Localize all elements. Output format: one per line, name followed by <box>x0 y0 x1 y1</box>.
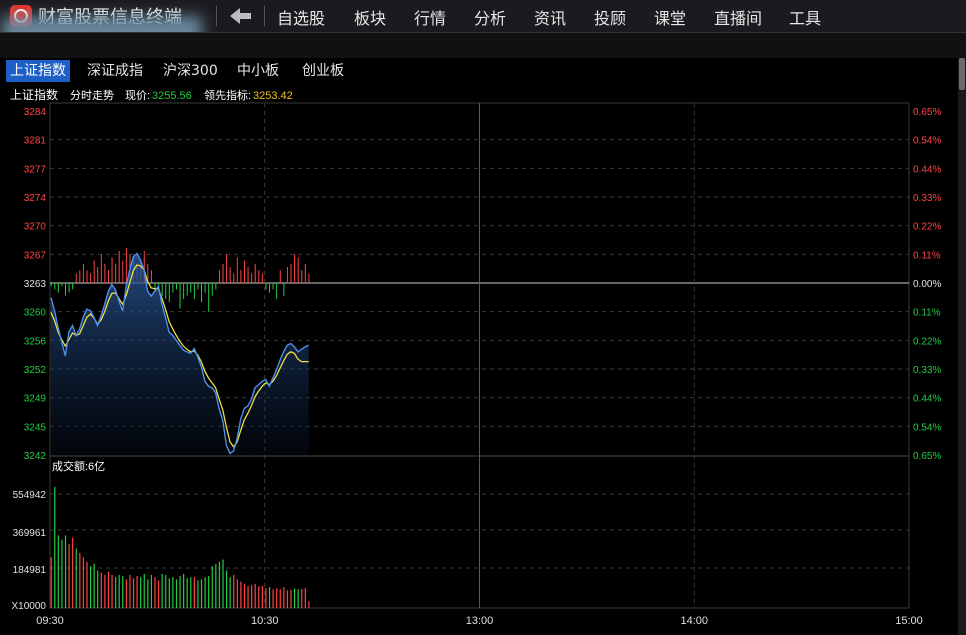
scrollbar-thumb[interactable] <box>959 58 965 90</box>
top-menu-bar: 财富股票信息终端 自选股 板块 行情 分析 资讯 投顾 课堂 直播间 工具 <box>0 0 966 66</box>
current-price: 3255.56 <box>152 90 192 102</box>
volume-tick-label: 184981 <box>13 565 47 576</box>
intraday-chart: 上证指数 分时走势 现价: 3255.56 领先指标: 3253.42 成交额:… <box>10 87 941 627</box>
tab-sme-board[interactable]: 中小板 <box>233 60 283 82</box>
tab-csi300[interactable]: 沪深300 <box>159 60 222 82</box>
y-right-tick-label: 0.65% <box>913 451 941 462</box>
nav-item-live[interactable]: 直播间 <box>714 5 762 29</box>
tab-shanghai-composite[interactable]: 上证指数 <box>6 60 70 82</box>
y-left-tick-label: 3256 <box>24 336 47 347</box>
lead-indicator-bars <box>50 247 310 312</box>
y-right-tick-label: 0.00% <box>913 279 941 290</box>
tab-shenzhen-component[interactable]: 深证成指 <box>83 60 147 82</box>
y-right-tick-label: 0.44% <box>913 394 941 405</box>
volume-bars <box>50 486 310 608</box>
volume-label: 成交额:6亿 <box>52 459 105 473</box>
y-left-tick-label: 3270 <box>24 222 47 233</box>
y-right-tick-label: 0.54% <box>913 422 941 433</box>
nav-item-sectors[interactable]: 板块 <box>354 5 386 29</box>
y-right-tick-label: 0.11% <box>913 250 941 261</box>
y-left-tick-label: 3252 <box>24 365 47 376</box>
x-tick-label: 10:30 <box>251 615 279 627</box>
y-right-tick-label: 0.22% <box>913 336 941 347</box>
chart-mode-label: 分时走势 <box>70 89 114 102</box>
volume-tick-label: X10000 <box>12 601 47 612</box>
y-right-tick-label: 0.54% <box>913 136 941 147</box>
index-tab-bar: 上证指数 深证成指 沪深300 中小板 创业板 <box>0 58 966 84</box>
y-left-tick-label: 3277 <box>24 164 47 175</box>
sub-toolbar <box>0 32 966 59</box>
x-tick-label: 09:30 <box>36 615 64 627</box>
y-right-tick-label: 0.65% <box>913 107 941 118</box>
y-left-tick-label: 3274 <box>24 193 47 204</box>
nav-item-analysis[interactable]: 分析 <box>474 5 506 29</box>
x-tick-label: 14:00 <box>680 615 708 627</box>
index-name: 上证指数 <box>10 87 58 102</box>
nav-item-classroom[interactable]: 课堂 <box>654 5 686 29</box>
y-right-tick-label: 0.11% <box>913 308 941 319</box>
lead-indicator-value: 3253.42 <box>253 90 293 102</box>
y-left-tick-label: 3284 <box>24 107 47 118</box>
lead-indicator-label: 领先指标: <box>204 88 251 102</box>
y-left-tick-label: 3249 <box>24 394 47 405</box>
y-left-tick-label: 3267 <box>24 250 47 261</box>
divider <box>216 6 217 26</box>
vertical-scrollbar[interactable] <box>958 58 966 635</box>
x-tick-label: 13:00 <box>466 615 494 627</box>
back-arrow-icon[interactable] <box>230 7 252 25</box>
y-left-tick-label: 3263 <box>24 279 47 290</box>
y-left-tick-label: 3245 <box>24 422 47 433</box>
price-label: 现价: <box>125 89 150 102</box>
nav-item-quotes[interactable]: 行情 <box>414 5 446 29</box>
x-tick-label: 15:00 <box>895 615 923 627</box>
nav-item-tools[interactable]: 工具 <box>789 5 821 29</box>
nav-item-watchlist[interactable]: 自选股 <box>277 5 325 29</box>
y-left-tick-label: 3281 <box>24 136 47 147</box>
y-right-tick-label: 0.33% <box>913 365 941 376</box>
nav-item-advisory[interactable]: 投顾 <box>594 5 626 29</box>
tab-chinext[interactable]: 创业板 <box>298 60 348 82</box>
volume-tick-label: 369961 <box>13 528 47 539</box>
nav-item-news[interactable]: 资讯 <box>534 5 566 29</box>
divider <box>264 6 265 26</box>
y-right-tick-label: 0.22% <box>913 222 941 233</box>
y-left-tick-label: 3260 <box>24 308 47 319</box>
y-right-tick-label: 0.33% <box>913 193 941 204</box>
y-right-tick-label: 0.44% <box>913 164 941 175</box>
volume-tick-label: 554942 <box>13 490 47 501</box>
y-left-tick-label: 3242 <box>24 451 47 462</box>
